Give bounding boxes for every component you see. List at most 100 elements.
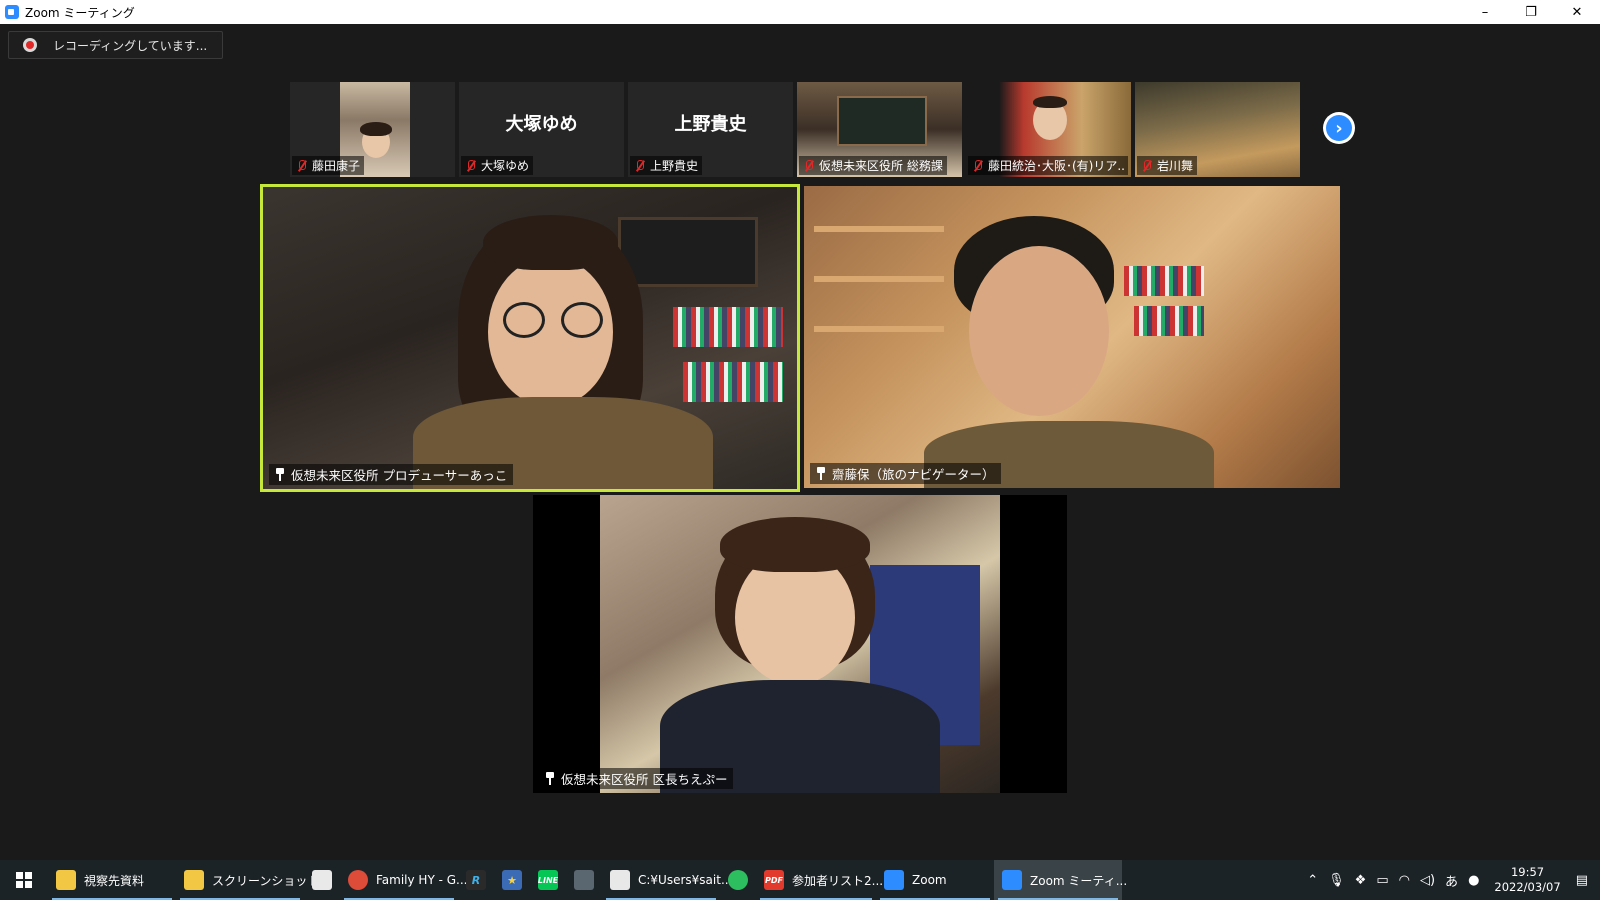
restore-button[interactable]: ❐: [1508, 0, 1554, 24]
chevron-up-icon[interactable]: ⌃: [1302, 873, 1323, 888]
calculator-icon: [574, 870, 594, 890]
participant-video: [837, 96, 927, 146]
participant-caption: 齋藤保（旅のナビゲーター）: [810, 463, 1001, 484]
minimize-button[interactable]: –: [1462, 0, 1508, 24]
participant-strip: 藤田康子 大塚ゆめ 大塚ゆめ 上野貴史 上野貴史 仮想未来区役所 総務課 藤田統…: [290, 82, 1300, 177]
r-app-icon: R: [466, 870, 486, 890]
blackboard: [618, 217, 758, 287]
mail-icon: [312, 870, 332, 890]
dropbox-icon[interactable]: ❖: [1350, 873, 1372, 888]
wifi-icon[interactable]: ◠: [1394, 873, 1415, 888]
participant-caption: 仮想未来区役所 総務課: [799, 156, 947, 175]
taskbar-item[interactable]: C:¥Users¥sait...: [602, 860, 732, 900]
taskbar-item[interactable]: Family HY - G...: [340, 860, 467, 900]
notification-icon[interactable]: ▤: [1571, 873, 1600, 888]
notepad-icon: [610, 870, 630, 890]
evernote-icon: [728, 870, 748, 890]
participant-big-name: 上野貴史: [674, 114, 747, 135]
title-bar: Zoom ミーティング – ❐ ✕: [0, 0, 1600, 24]
clock[interactable]: 19:57 2022/03/07: [1484, 865, 1570, 895]
mic-muted-icon: [972, 159, 984, 173]
windows-icon: [16, 872, 32, 888]
record-icon: [23, 38, 37, 52]
microphone-icon[interactable]: 🎙: [1323, 873, 1350, 888]
taskbar-item[interactable]: スクリーンショット: [176, 860, 319, 900]
next-page-button[interactable]: ›: [1323, 112, 1355, 144]
participant-caption: 大塚ゆめ: [461, 156, 534, 175]
window-controls: – ❐ ✕: [1462, 0, 1600, 24]
taskbar-item[interactable]: [304, 860, 340, 900]
participant-name: 齋藤保（旅のナビゲーター）: [832, 467, 995, 482]
pin-icon: [545, 772, 555, 785]
close-button[interactable]: ✕: [1554, 0, 1600, 24]
pin-icon: [275, 468, 285, 481]
system-tray: ⌃ 🎙 ❖ ▭ ◠ ◁) あ ● 19:57 2022/03/07 ▤: [1302, 860, 1600, 900]
participant-caption: 岩川舞: [1137, 156, 1198, 175]
taskbar-item[interactable]: 視察先資料: [48, 860, 176, 900]
participant-caption: 仮想未来区役所 区長ちえぷー: [539, 768, 734, 789]
zoom-icon: [884, 870, 904, 890]
folder-icon: [56, 870, 76, 890]
participant-name: 岩川舞: [1157, 159, 1194, 173]
onedrive-icon[interactable]: ●: [1463, 873, 1484, 888]
video-tile[interactable]: 齋藤保（旅のナビゲーター）: [804, 186, 1340, 488]
battery-icon[interactable]: ▭: [1371, 873, 1393, 888]
participant-caption: 仮想未来区役所 プロデューサーあっこ: [269, 464, 514, 485]
mic-muted-icon: [465, 159, 477, 173]
video-tile-active-speaker[interactable]: 仮想未来区役所 プロデューサーあっこ: [260, 184, 800, 492]
folder-icon: [184, 870, 204, 890]
participant-thumbnail[interactable]: 上野貴史 上野貴史: [628, 82, 793, 177]
glasses: [503, 302, 545, 338]
clock-time: 19:57: [1510, 865, 1545, 879]
video-tile[interactable]: 仮想未来区役所 区長ちえぷー: [533, 495, 1067, 793]
participant-name: 藤田康子: [312, 159, 361, 173]
participant-thumbnail[interactable]: 藤田康子: [290, 82, 455, 177]
participant-thumbnail[interactable]: 仮想未来区役所 総務課: [797, 82, 962, 177]
taskbar-item[interactable]: [720, 860, 756, 900]
start-button[interactable]: [0, 860, 48, 900]
window-title: Zoom ミーティング: [25, 5, 135, 20]
taskbar-item[interactable]: Zoom ミーティ...: [994, 860, 1127, 900]
participant-video: [600, 495, 1000, 793]
taskbar-item[interactable]: ★: [494, 860, 530, 900]
zoom-meeting-icon: [1002, 870, 1022, 890]
taskbar-item[interactable]: PDF 参加者リスト2...: [756, 860, 883, 900]
participant-name: 藤田統治･大阪･(有)リア...: [988, 159, 1124, 173]
participant-thumbnail[interactable]: 藤田統治･大阪･(有)リア...: [966, 82, 1131, 177]
ime-indicator[interactable]: あ: [1440, 871, 1463, 890]
pdf-icon: PDF: [764, 870, 784, 890]
participant-caption: 藤田康子: [292, 156, 365, 175]
clock-date: 2022/03/07: [1494, 880, 1561, 894]
participant-video: [1021, 92, 1081, 152]
mic-muted-icon: [634, 159, 646, 173]
mic-muted-icon: [803, 159, 815, 173]
line-icon: LINE: [538, 870, 558, 890]
participant-thumbnail[interactable]: 岩川舞: [1135, 82, 1300, 177]
participant-thumbnail[interactable]: 大塚ゆめ 大塚ゆめ: [459, 82, 624, 177]
star-app-icon: ★: [502, 870, 522, 890]
participant-big-name: 大塚ゆめ: [505, 114, 578, 135]
taskbar-item[interactable]: Zoom: [876, 860, 994, 900]
glasses: [561, 302, 603, 338]
taskbar-item[interactable]: R: [458, 860, 494, 900]
pin-icon: [816, 467, 826, 480]
chevron-right-icon: ›: [1326, 115, 1352, 141]
recording-label: レコーディングしています...: [53, 38, 208, 53]
mic-muted-icon: [1141, 159, 1153, 173]
participant-name: 仮想未来区役所 プロデューサーあっこ: [291, 468, 508, 483]
participant-caption: 藤田統治･大阪･(有)リア...: [968, 156, 1128, 175]
recording-indicator[interactable]: レコーディングしています...: [8, 31, 223, 59]
chrome-icon: [348, 870, 368, 890]
zoom-app-icon: [5, 5, 19, 19]
taskbar: 視察先資料 スクリーンショット Family HY - G... R ★ LIN…: [0, 860, 1600, 900]
bookshelf: [683, 362, 783, 402]
taskbar-item[interactable]: [566, 860, 602, 900]
participant-name: 仮想未来区役所 区長ちえぷー: [561, 772, 728, 787]
bookshelf: [673, 307, 783, 347]
participant-name: 上野貴史: [650, 159, 699, 173]
taskbar-item[interactable]: LINE: [530, 860, 566, 900]
volume-icon[interactable]: ◁): [1415, 873, 1440, 888]
mic-muted-icon: [296, 159, 308, 173]
participant-caption: 上野貴史: [630, 156, 703, 175]
participant-name: 仮想未来区役所 総務課: [819, 159, 943, 173]
